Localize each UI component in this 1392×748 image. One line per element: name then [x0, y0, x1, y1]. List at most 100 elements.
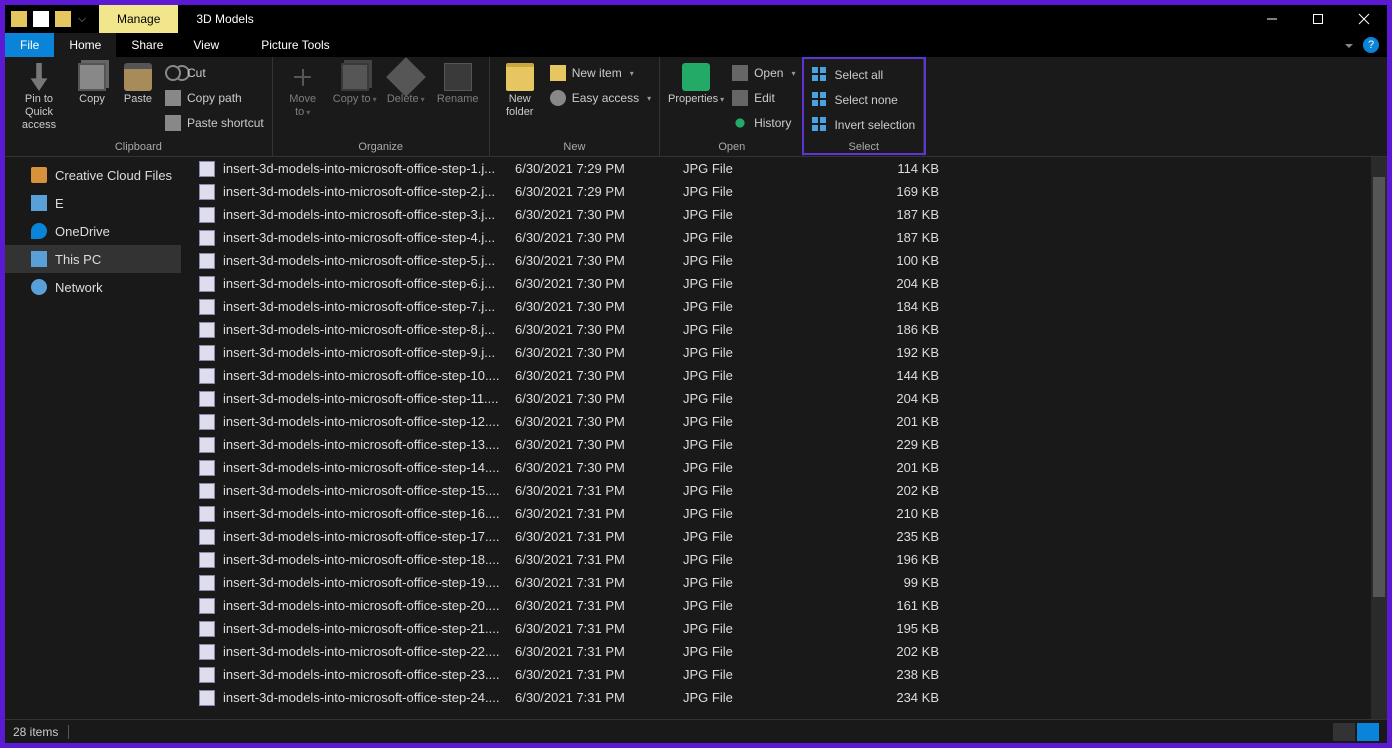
new-item-button[interactable]: New item▾	[550, 63, 651, 83]
copy-path-button[interactable]: Copy path	[165, 88, 264, 108]
history-button[interactable]: History	[732, 113, 795, 133]
move-to-button[interactable]: Move to▾	[281, 59, 325, 119]
tab-file[interactable]: File	[5, 33, 54, 57]
properties-button[interactable]: Properties▾	[668, 59, 724, 106]
file-row[interactable]: insert-3d-models-into-microsoft-office-s…	[181, 594, 1387, 617]
window-title: 3D Models	[178, 5, 271, 33]
file-row[interactable]: insert-3d-models-into-microsoft-office-s…	[181, 180, 1387, 203]
file-row[interactable]: insert-3d-models-into-microsoft-office-s…	[181, 410, 1387, 433]
open-button[interactable]: Open▾	[732, 63, 795, 83]
cut-button[interactable]: Cut	[165, 63, 264, 83]
nav-creative-cloud[interactable]: Creative Cloud Files	[5, 161, 181, 189]
file-size: 235 KB	[843, 529, 939, 544]
edit-button[interactable]: Edit	[732, 88, 795, 108]
file-row[interactable]: insert-3d-models-into-microsoft-office-s…	[181, 525, 1387, 548]
tab-picture-tools[interactable]: Picture Tools	[246, 33, 344, 57]
thumbnails-view-button[interactable]	[1357, 723, 1379, 741]
file-row[interactable]: insert-3d-models-into-microsoft-office-s…	[181, 479, 1387, 502]
file-date: 6/30/2021 7:30 PM	[515, 437, 683, 452]
help-button[interactable]: ?	[1363, 37, 1379, 53]
jpg-file-icon	[199, 414, 215, 430]
file-row[interactable]: insert-3d-models-into-microsoft-office-s…	[181, 617, 1387, 640]
paste-shortcut-button[interactable]: Paste shortcut	[165, 113, 264, 133]
file-row[interactable]: insert-3d-models-into-microsoft-office-s…	[181, 571, 1387, 594]
file-date: 6/30/2021 7:31 PM	[515, 598, 683, 613]
nav-this-pc[interactable]: This PC	[5, 245, 181, 273]
file-row[interactable]: insert-3d-models-into-microsoft-office-s…	[181, 295, 1387, 318]
ribbon-tabs: File Home Share View Picture Tools ?	[5, 33, 1387, 57]
file-row[interactable]: insert-3d-models-into-microsoft-office-s…	[181, 364, 1387, 387]
qat-folder-icon[interactable]	[55, 11, 71, 27]
paste-button[interactable]: Paste	[119, 59, 157, 106]
contextual-tab-manage[interactable]: Manage	[99, 5, 178, 33]
rename-button[interactable]: Rename	[435, 59, 481, 106]
scrollbar-thumb[interactable]	[1373, 177, 1385, 597]
file-row[interactable]: insert-3d-models-into-microsoft-office-s…	[181, 663, 1387, 686]
file-size: 202 KB	[843, 644, 939, 659]
file-row[interactable]: insert-3d-models-into-microsoft-office-s…	[181, 433, 1387, 456]
copy-to-button[interactable]: Copy to▾	[333, 59, 377, 106]
paste-shortcut-icon	[165, 115, 181, 131]
file-row[interactable]: insert-3d-models-into-microsoft-office-s…	[181, 341, 1387, 364]
drive-icon	[31, 195, 47, 211]
new-folder-button[interactable]: New folder	[498, 59, 542, 119]
file-row[interactable]: insert-3d-models-into-microsoft-office-s…	[181, 249, 1387, 272]
status-divider	[68, 725, 69, 739]
file-size: 201 KB	[843, 460, 939, 475]
delete-button[interactable]: Delete▾	[385, 59, 427, 106]
qat-save-icon[interactable]	[33, 11, 49, 27]
tab-home[interactable]: Home	[54, 33, 116, 57]
file-type: JPG File	[683, 414, 843, 429]
minimize-ribbon-icon[interactable]	[1343, 39, 1355, 51]
file-row[interactable]: insert-3d-models-into-microsoft-office-s…	[181, 272, 1387, 295]
paste-icon	[124, 63, 152, 91]
file-row[interactable]: insert-3d-models-into-microsoft-office-s…	[181, 318, 1387, 341]
vertical-scrollbar[interactable]	[1371, 157, 1387, 719]
group-label: Open	[668, 139, 795, 155]
file-size: 238 KB	[843, 667, 939, 682]
file-size: 210 KB	[843, 506, 939, 521]
file-row[interactable]: insert-3d-models-into-microsoft-office-s…	[181, 157, 1387, 180]
pin-to-quick-access-button[interactable]: Pin to Quick access	[13, 59, 65, 132]
details-view-button[interactable]	[1333, 723, 1355, 741]
select-none-icon	[812, 92, 828, 108]
tab-view[interactable]: View	[178, 33, 234, 57]
open-icon	[732, 65, 748, 81]
file-list-pane: insert-3d-models-into-microsoft-office-s…	[181, 157, 1387, 719]
file-date: 6/30/2021 7:30 PM	[515, 368, 683, 383]
nav-network[interactable]: Network	[5, 273, 181, 301]
group-label: Organize	[281, 139, 481, 155]
copy-to-icon	[341, 63, 369, 91]
history-icon	[732, 115, 748, 131]
file-type: JPG File	[683, 621, 843, 636]
file-row[interactable]: insert-3d-models-into-microsoft-office-s…	[181, 686, 1387, 709]
select-all-button[interactable]: Select all	[812, 65, 915, 85]
jpg-file-icon	[199, 299, 215, 315]
file-row[interactable]: insert-3d-models-into-microsoft-office-s…	[181, 203, 1387, 226]
new-item-icon	[550, 65, 566, 81]
copy-icon	[78, 63, 106, 91]
nav-onedrive[interactable]: OneDrive	[5, 217, 181, 245]
minimize-button[interactable]	[1249, 5, 1295, 33]
file-type: JPG File	[683, 322, 843, 337]
select-none-button[interactable]: Select none	[812, 90, 915, 110]
invert-selection-button[interactable]: Invert selection	[812, 115, 915, 135]
file-name: insert-3d-models-into-microsoft-office-s…	[223, 368, 515, 383]
close-button[interactable]	[1341, 5, 1387, 33]
file-row[interactable]: insert-3d-models-into-microsoft-office-s…	[181, 548, 1387, 571]
file-row[interactable]: insert-3d-models-into-microsoft-office-s…	[181, 456, 1387, 479]
file-row[interactable]: insert-3d-models-into-microsoft-office-s…	[181, 502, 1387, 525]
maximize-button[interactable]	[1295, 5, 1341, 33]
qat-customize-icon[interactable]	[78, 14, 86, 22]
file-row[interactable]: insert-3d-models-into-microsoft-office-s…	[181, 226, 1387, 249]
jpg-file-icon	[199, 529, 215, 545]
easy-access-button[interactable]: Easy access▾	[550, 88, 651, 108]
nav-drive-e[interactable]: E	[5, 189, 181, 217]
file-row[interactable]: insert-3d-models-into-microsoft-office-s…	[181, 640, 1387, 663]
file-row[interactable]: insert-3d-models-into-microsoft-office-s…	[181, 387, 1387, 410]
file-date: 6/30/2021 7:30 PM	[515, 345, 683, 360]
file-type: JPG File	[683, 483, 843, 498]
file-type: JPG File	[683, 207, 843, 222]
copy-button[interactable]: Copy	[73, 59, 111, 106]
tab-share[interactable]: Share	[116, 33, 178, 57]
